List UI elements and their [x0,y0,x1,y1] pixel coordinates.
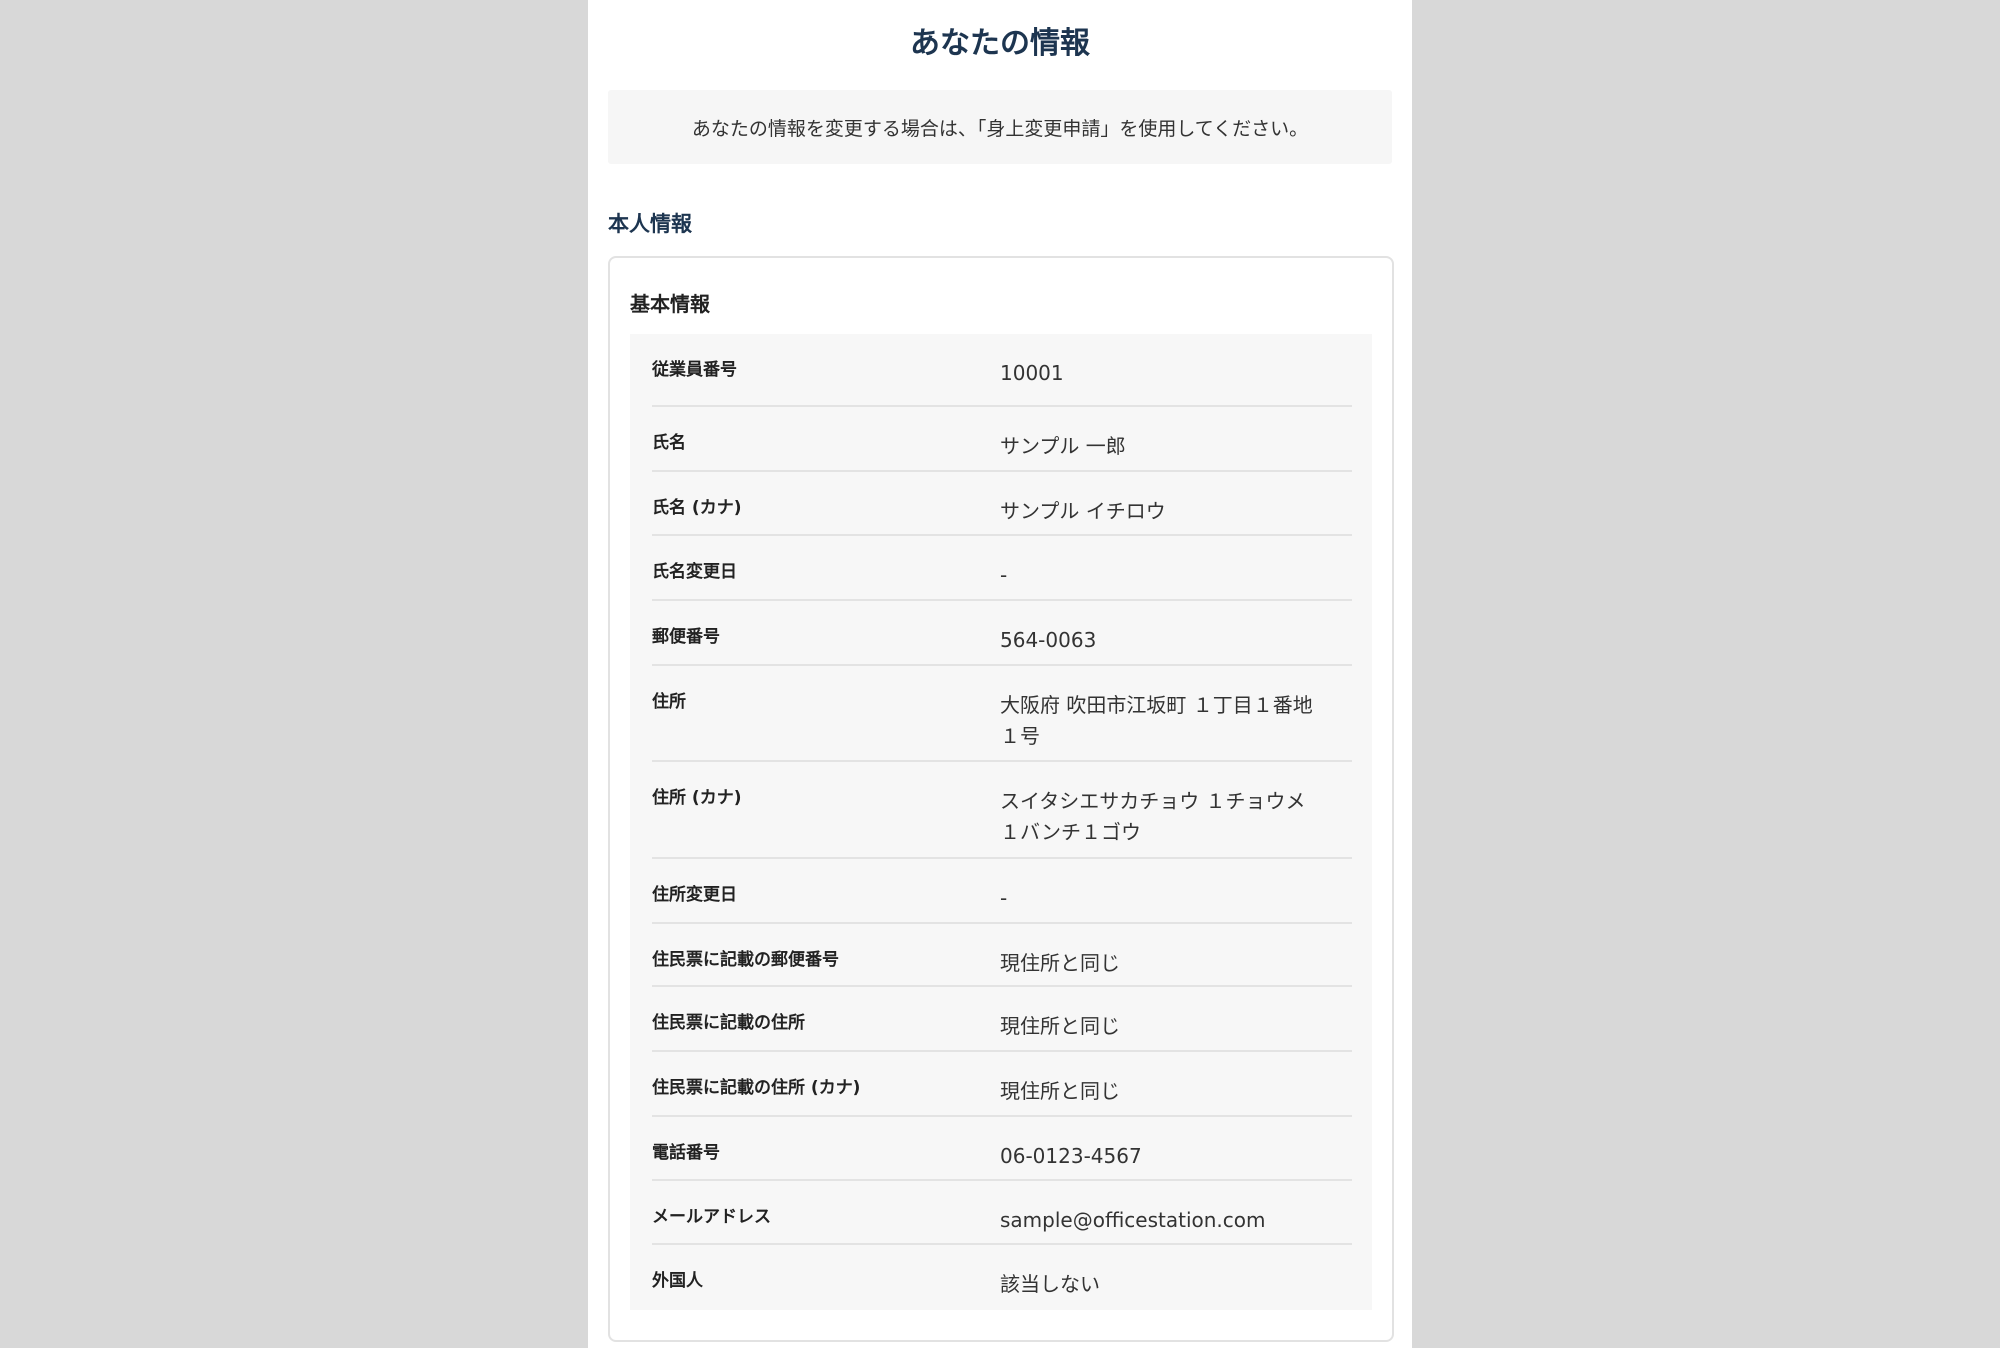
row-label: 外国人 [652,1271,703,1291]
row-value: 現住所と同じ [1000,1079,1120,1103]
row-label: 電話番号 [652,1143,720,1163]
table-row: 住民票に記載の住所 現住所と同じ [652,986,1352,1051]
row-value: 06-0123-4567 [1000,1144,1142,1168]
row-value: - [1000,563,1008,587]
table-row: 従業員番号 10001 [652,334,1352,406]
table-row: 住所 大阪府 吹田市江坂町 １丁目１番地 １号 [652,665,1352,761]
row-value: 564-0063 [1000,628,1097,652]
table-row: 氏名 サンプル 一郎 [652,406,1352,471]
notice-text: あなたの情報を変更する場合は、「身上変更申請」を使用してください。 [691,117,1309,140]
info-table: 従業員番号 10001 氏名 サンプル 一郎 氏名 (カナ) サンプル イチロウ… [652,334,1352,1310]
row-value: 現住所と同じ [1000,1014,1120,1038]
page-title: あなたの情報 [910,26,1090,61]
row-value: 該当しない [1000,1272,1100,1296]
row-label: 住所 (カナ) [652,788,742,808]
card-title: 基本情報 [630,292,710,316]
row-value: サンプル イチロウ [1000,499,1166,523]
table-row: メールアドレス sample@officestation.com [652,1180,1352,1244]
table-row: 住民票に記載の郵便番号 現住所と同じ [652,923,1352,986]
table-row: 外国人 該当しない [652,1244,1352,1310]
row-label: 氏名変更日 [652,562,737,582]
row-value: 10001 [1000,361,1064,385]
row-label: 住所変更日 [652,885,737,905]
row-value: 大阪府 吹田市江坂町 １丁目１番地 １号 [1000,693,1313,748]
main-page: あなたの情報 あなたの情報を変更する場合は、「身上変更申請」を使用してください。… [588,0,1412,1348]
row-label: 住民票に記載の住所 [652,1013,805,1033]
info-table-container: 従業員番号 10001 氏名 サンプル 一郎 氏名 (カナ) サンプル イチロウ… [630,334,1372,1310]
row-label: 住民票に記載の住所 (カナ) [652,1078,861,1098]
table-row: 電話番号 06-0123-4567 [652,1116,1352,1180]
row-value: - [1000,886,1008,910]
row-label: 住民票に記載の郵便番号 [652,950,839,970]
row-label: メールアドレス [652,1207,771,1227]
table-row: 住所変更日 - [652,858,1352,923]
table-row: 氏名変更日 - [652,535,1352,600]
row-label: 氏名 (カナ) [652,498,742,518]
row-value: 現住所と同じ [1000,951,1120,975]
notice-banner: あなたの情報を変更する場合は、「身上変更申請」を使用してください。 [608,90,1392,164]
row-label: 郵便番号 [652,627,720,647]
table-row: 郵便番号 564-0063 [652,600,1352,665]
row-value: サンプル 一郎 [1000,434,1126,458]
row-label: 氏名 [652,433,686,453]
table-row: 住民票に記載の住所 (カナ) 現住所と同じ [652,1051,1352,1116]
basic-info-card: 基本情報 従業員番号 10001 氏名 サンプル 一郎 氏名 (カナ) サンプル… [608,256,1394,1342]
table-row: 氏名 (カナ) サンプル イチロウ [652,471,1352,535]
section-title: 本人情報 [608,212,692,236]
table-row: 住所 (カナ) スイタシエサカチョウ １チョウメ １バンチ１ゴウ [652,761,1352,858]
row-label: 住所 [652,692,686,712]
row-label: 従業員番号 [652,360,737,380]
row-value: sample@officestation.com [1000,1208,1266,1232]
row-value: スイタシエサカチョウ １チョウメ １バンチ１ゴウ [1000,789,1306,844]
